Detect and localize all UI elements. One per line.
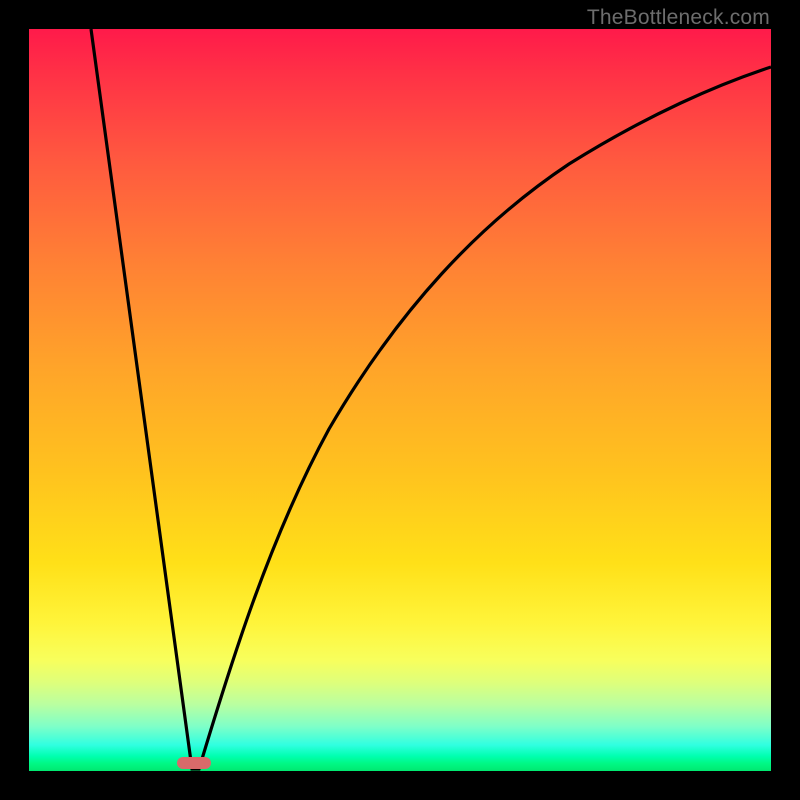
- heat-gradient-background: [29, 29, 771, 771]
- watermark-text: TheBottleneck.com: [587, 6, 770, 30]
- chart-plot-area: [29, 29, 771, 771]
- optimal-point-marker: [177, 757, 211, 769]
